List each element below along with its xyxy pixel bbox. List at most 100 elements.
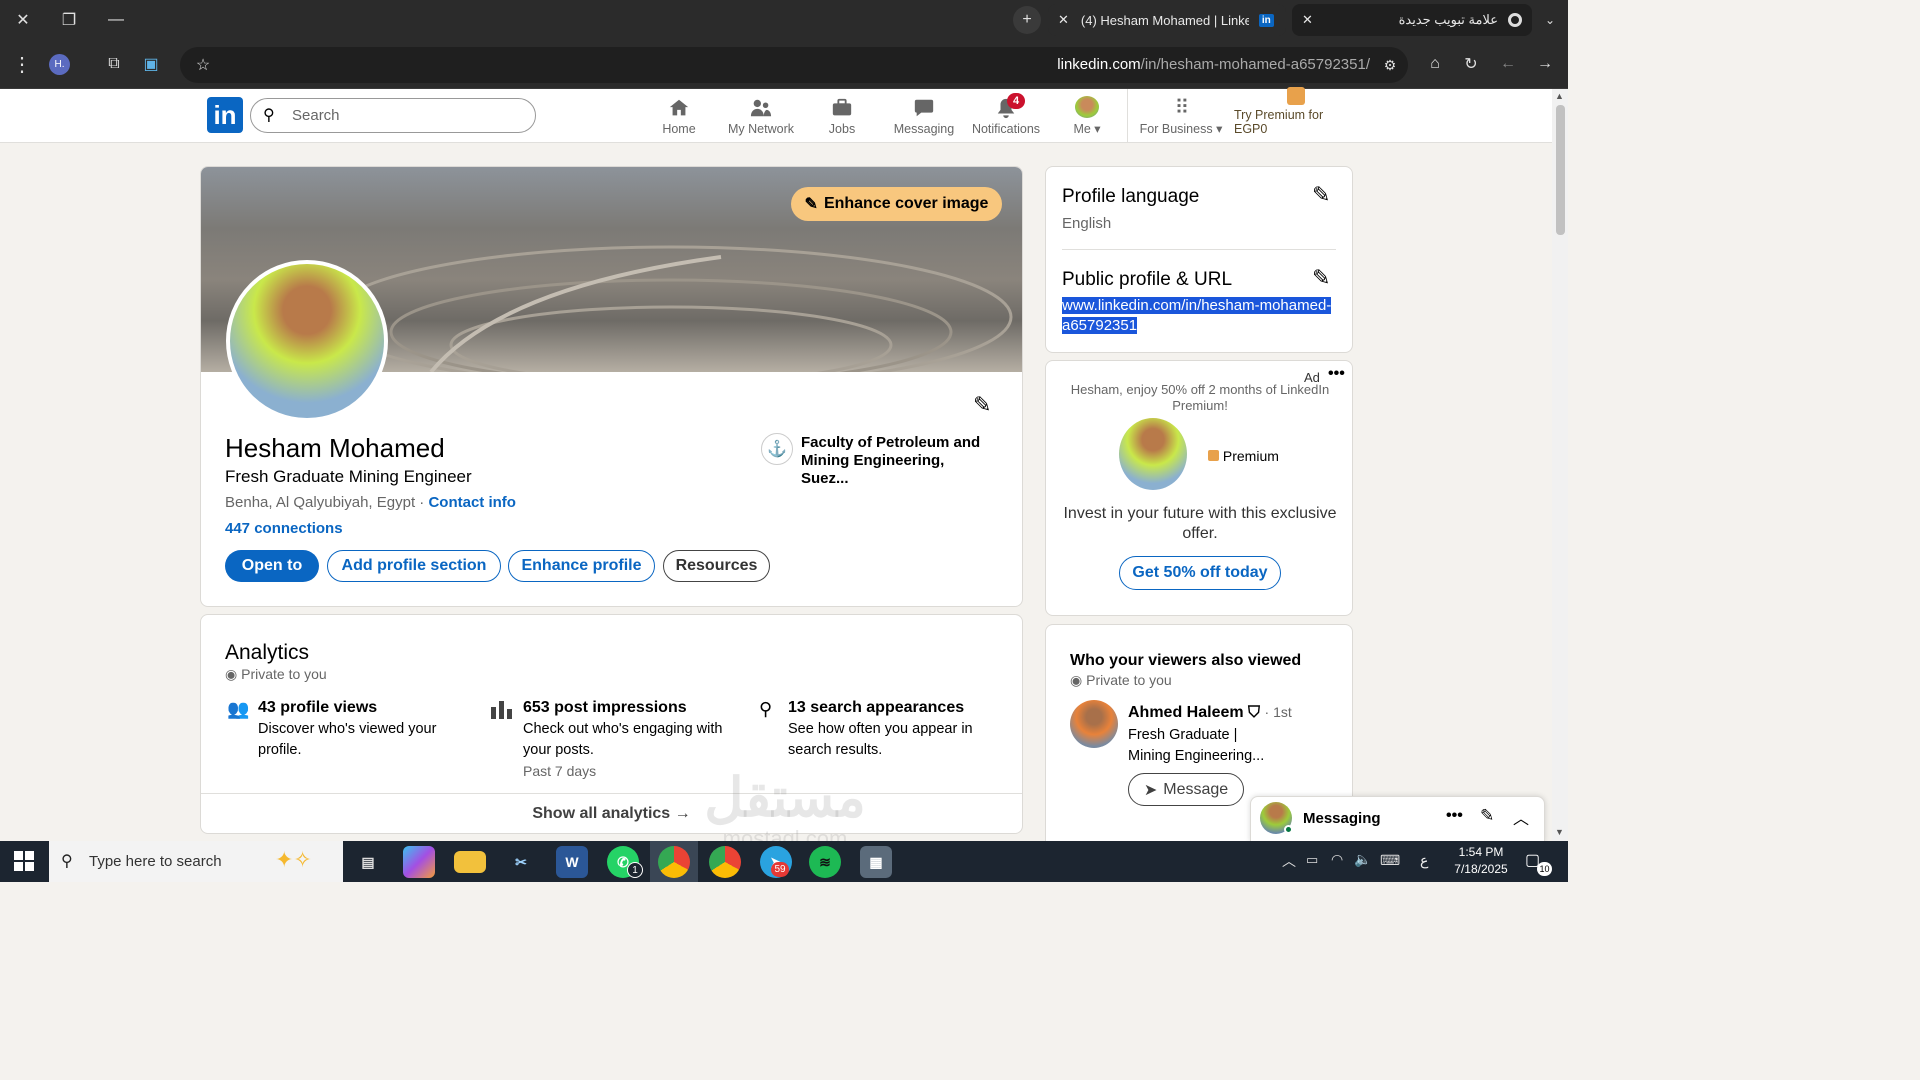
forward-icon[interactable]: → <box>1531 50 1559 78</box>
profile-location: Benha, Al Qalyubiyah, Egypt <box>225 494 416 511</box>
new-tab-button[interactable]: + <box>1013 6 1041 34</box>
clock[interactable]: 1:54 PM 7/18/2025 <box>1448 844 1514 878</box>
profile-headline: Fresh Graduate Mining Engineer <box>225 467 472 486</box>
home-icon <box>669 99 689 116</box>
person-name-line[interactable]: Ahmed Haleem ⛉ · 1st <box>1128 704 1292 722</box>
nav-label: My Network <box>728 122 794 136</box>
enhance-profile-button[interactable]: Enhance profile <box>508 550 655 582</box>
connection-degree: · 1st <box>1264 704 1292 720</box>
tab-new[interactable]: ✕ علامة تبويب جديدة <box>1292 4 1532 36</box>
profile-card: ✎ Enhance cover image ✎ Hesham Mohamed Fr… <box>200 166 1023 607</box>
edit-intro-pencil-icon[interactable]: ✎ <box>973 392 991 418</box>
nav-notifications[interactable]: Notifications <box>968 89 1044 143</box>
open-to-button[interactable]: Open to <box>225 550 319 582</box>
contact-info-link[interactable]: Contact info <box>428 494 516 511</box>
keyboard-icon[interactable]: ⌨ <box>1380 852 1400 869</box>
person-avatar[interactable] <box>1070 700 1118 748</box>
analytics-item[interactable]: 653 post impressions Check out who's eng… <box>523 699 739 779</box>
public-profile-url[interactable]: www.linkedin.com/in/hesham-mohamed-a6579… <box>1062 296 1332 336</box>
resources-button[interactable]: Resources <box>663 550 770 582</box>
verified-shield-icon: ⛉ <box>1248 704 1261 721</box>
enhance-cover-button[interactable]: ✎ Enhance cover image <box>791 187 1002 221</box>
ad-pitch: Invest in your future with this exclusiv… <box>1063 505 1337 542</box>
show-all-analytics-link[interactable]: Show all analytics → <box>201 805 1022 823</box>
reload-icon[interactable]: ↻ <box>1457 50 1485 78</box>
chevron-up-icon[interactable]: ︿ <box>1513 805 1529 829</box>
profile-name: Hesham Mohamed <box>225 433 445 463</box>
analytics-item-title: 43 profile views <box>258 699 378 716</box>
menu-dots-icon[interactable]: ⋮ <box>8 50 36 78</box>
nav-me[interactable]: Me ▾ <box>1062 89 1112 143</box>
bookmark-star-icon[interactable]: ☆ <box>189 51 217 79</box>
scroll-down-icon[interactable]: ▼ <box>1555 827 1564 837</box>
linkedin-header: in ⚲ Search Home My Network Jobs Messagi… <box>0 87 1552 143</box>
word-icon[interactable]: W <box>556 846 588 878</box>
minimize-window-icon[interactable]: — <box>102 6 130 34</box>
profile-photo[interactable] <box>226 260 388 422</box>
input-language[interactable]: ع <box>1420 852 1428 869</box>
chrome-profile-2-icon[interactable] <box>709 846 741 878</box>
restore-window-icon[interactable]: ❐ <box>55 6 83 34</box>
search-icon: ⚲ <box>263 107 275 124</box>
nav-home[interactable]: Home <box>652 89 706 143</box>
linkedin-logo[interactable]: in <box>207 97 243 133</box>
person-name: Ahmed Haleem <box>1128 704 1244 721</box>
nav-label: Jobs <box>828 122 856 136</box>
home-browser-icon[interactable]: ⌂ <box>1421 50 1449 78</box>
more-options-icon[interactable]: ••• <box>1446 807 1463 825</box>
tab-close-icon[interactable]: ✕ <box>1058 12 1069 28</box>
nav-messaging[interactable]: Messaging <box>892 89 956 143</box>
add-profile-section-button[interactable]: Add profile section <box>327 550 501 582</box>
tab-linkedin[interactable]: ✕ (4) Hesham Mohamed | LinkedIn in <box>1048 4 1286 36</box>
tab-close-icon[interactable]: ✕ <box>1302 12 1313 28</box>
connections-link[interactable]: 447 connections <box>225 520 343 537</box>
tray-chevron-up-icon[interactable]: ︿ <box>1282 851 1296 871</box>
snipping-tool-icon[interactable]: ✂ <box>505 846 537 878</box>
calculator-icon[interactable]: ▦ <box>860 846 892 878</box>
messaging-label: Messaging <box>1303 810 1381 827</box>
nav-jobs[interactable]: Jobs <box>817 89 867 143</box>
edit-url-pencil-icon[interactable]: ✎ <box>1312 265 1330 291</box>
task-view-icon[interactable]: ▤ <box>352 846 384 878</box>
message-button[interactable]: ➤ Message <box>1128 773 1244 806</box>
more-options-icon[interactable]: ••• <box>1328 365 1345 383</box>
analytics-item[interactable]: 43 profile views Discover who's viewed y… <box>258 699 458 761</box>
get-50-off-button[interactable]: Get 50% off today <box>1119 556 1281 590</box>
tab-search-icon[interactable]: ⌄ <box>1536 6 1564 34</box>
edit-language-pencil-icon[interactable]: ✎ <box>1312 182 1330 208</box>
url-bar[interactable]: ☆ linkedin.com/in/hesham-mohamed-a657923… <box>180 47 1408 83</box>
taskbar-search[interactable]: ⚲ Type here to search ✦✧ <box>49 841 343 882</box>
taskbar-search-placeholder: Type here to search <box>89 853 222 870</box>
education-link[interactable]: Faculty of Petroleum and Mining Engineer… <box>801 434 991 488</box>
file-explorer-icon[interactable] <box>454 851 486 873</box>
messaging-bar[interactable]: Messaging ••• ✎ ︿ <box>1250 796 1545 842</box>
translate-icon[interactable]: ▣ <box>137 50 165 78</box>
spotify-icon[interactable]: ≋ <box>809 846 841 878</box>
close-window-icon[interactable]: ✕ <box>9 6 37 34</box>
site-settings-icon[interactable]: ⚙ <box>1376 51 1404 79</box>
compose-icon[interactable]: ✎ <box>1480 806 1494 826</box>
nav-divider <box>1127 89 1128 143</box>
copilot-icon[interactable] <box>403 846 435 878</box>
scroll-up-icon[interactable]: ▲ <box>1555 91 1564 101</box>
person-headline: Fresh Graduate | Mining Engineering... <box>1128 727 1265 764</box>
nav-for-business[interactable]: ⠿ For Business ▾ <box>1138 89 1224 143</box>
volume-icon[interactable]: 🔈 <box>1354 851 1371 868</box>
search-input[interactable]: ⚲ Search <box>250 98 536 133</box>
nav-premium[interactable]: Try Premium for EGP0 <box>1234 87 1358 143</box>
back-icon[interactable]: ← <box>1494 50 1522 78</box>
profile-avatar[interactable]: H. <box>49 54 70 75</box>
extensions-icon[interactable]: ⧉ <box>100 50 128 78</box>
scrollbar-thumb[interactable] <box>1556 105 1565 235</box>
battery-icon[interactable]: ▭ <box>1306 852 1318 868</box>
eye-icon: ◉ <box>1070 672 1083 688</box>
browser-titlebar: ✕ ❐ — + ✕ (4) Hesham Mohamed | LinkedIn … <box>0 0 1568 40</box>
windows-start-icon[interactable] <box>14 851 34 871</box>
analytics-item[interactable]: 13 search appearances See how often you … <box>788 699 988 761</box>
analytics-title: Analytics <box>225 641 310 664</box>
wifi-icon[interactable]: ◠ <box>1331 851 1343 868</box>
nav-my-network[interactable]: My Network <box>722 89 800 143</box>
analytics-item-note: Past 7 days <box>523 763 597 779</box>
chrome-profile-1-icon[interactable] <box>658 846 690 878</box>
page-scrollbar[interactable]: ▲ ▼ <box>1552 89 1568 841</box>
